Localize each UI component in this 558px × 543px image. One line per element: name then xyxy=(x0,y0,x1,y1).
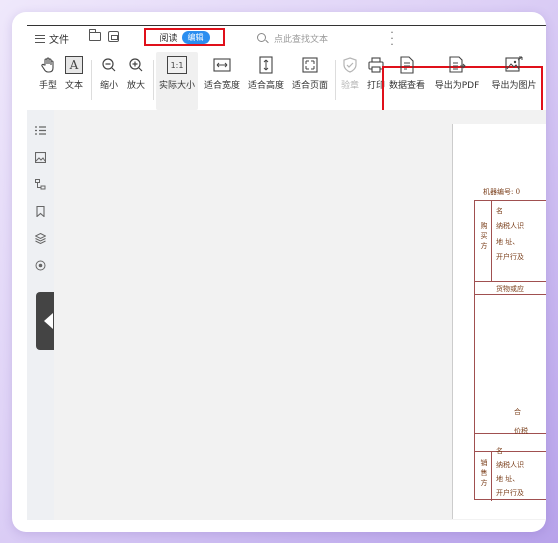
screenshot-card: 文件 阅读 编辑 点此查找文本 · · · 手型 A 文本 缩小 放大 1:1 … xyxy=(12,12,546,532)
actual-size-label: 实际大小 xyxy=(158,81,195,91)
text-tool-button[interactable]: A 文本 xyxy=(62,52,86,91)
table-divider xyxy=(475,433,546,434)
seller-bank-label: 开户行及 xyxy=(496,489,524,497)
hand-tool-button[interactable]: 手型 xyxy=(36,52,60,91)
fit-width-label: 适合宽度 xyxy=(203,81,240,91)
export-pdf-icon xyxy=(448,56,466,74)
mode-switch[interactable]: 阅读 编辑 xyxy=(144,28,225,46)
text-tool-label: 文本 xyxy=(64,81,83,91)
fit-page-icon xyxy=(301,56,319,74)
buyer-taxpayer-label: 纳税人识 xyxy=(496,222,524,230)
file-menu-label: 文件 xyxy=(49,35,69,46)
zoom-in-button[interactable]: 放大 xyxy=(124,52,148,91)
export-image-icon xyxy=(505,56,523,74)
zoom-in-label: 放大 xyxy=(126,81,145,91)
toolbar-divider xyxy=(91,60,92,100)
more-options-icon[interactable]: · · · xyxy=(389,27,395,50)
export-image-button[interactable]: 导出为图片 xyxy=(487,52,541,91)
shield-icon xyxy=(341,56,359,74)
menubar: 文件 阅读 编辑 点此查找文本 · · · xyxy=(27,26,546,52)
text-select-icon: A xyxy=(65,56,83,74)
fit-height-icon xyxy=(257,56,275,74)
export-image-label: 导出为图片 xyxy=(491,81,537,91)
fit-height-label: 适合高度 xyxy=(247,81,284,91)
outline-list-icon[interactable] xyxy=(35,125,46,136)
goods-column-label: 货物或应 xyxy=(496,285,524,293)
table-divider xyxy=(491,451,492,501)
tax-total-label: 价税 xyxy=(514,427,528,435)
verify-seal-label: 验章 xyxy=(340,81,359,91)
bookmark-icon[interactable] xyxy=(35,205,46,218)
actual-size-button[interactable]: 1:1 实际大小 xyxy=(156,52,198,110)
seal-target-icon[interactable] xyxy=(35,260,46,271)
fit-width-button[interactable]: 适合宽度 xyxy=(201,52,243,91)
mode-edit-badge[interactable]: 编辑 xyxy=(181,30,210,44)
table-divider xyxy=(491,201,492,281)
zoom-in-icon xyxy=(127,56,145,74)
toolbar: 手型 A 文本 缩小 放大 1:1 实际大小 适合宽度 适合高度 适合页面 验章… xyxy=(27,52,546,112)
actual-size-icon: 1:1 xyxy=(167,56,187,74)
fit-width-icon xyxy=(213,56,231,74)
table-divider xyxy=(475,451,546,452)
menu-icon xyxy=(35,34,45,43)
hand-icon xyxy=(39,56,57,74)
buyer-name-label: 名 xyxy=(496,207,503,215)
verify-seal-button[interactable]: 验章 xyxy=(338,52,362,91)
hand-tool-label: 手型 xyxy=(38,81,57,91)
zoom-out-button[interactable]: 缩小 xyxy=(97,52,121,91)
data-view-label: 数据查看 xyxy=(388,81,425,91)
seller-name-label: 名 xyxy=(496,447,503,455)
thumbnail-image-icon[interactable] xyxy=(34,151,47,164)
zoom-out-icon xyxy=(100,56,118,74)
table-divider xyxy=(475,294,546,295)
invoice-page: 机器编号: 0 购买方 名 纳税人识 地 址、 开户行及 货物或应 合 价税 销… xyxy=(452,124,546,519)
structure-tree-icon[interactable] xyxy=(35,179,46,190)
fit-page-label: 适合页面 xyxy=(291,81,328,91)
seller-section-label: 销售方 xyxy=(480,459,488,489)
layers-icon[interactable] xyxy=(34,232,47,245)
fit-page-button[interactable]: 适合页面 xyxy=(289,52,331,91)
seller-taxpayer-label: 纳税人识 xyxy=(496,461,524,469)
chevron-left-icon xyxy=(43,313,53,329)
file-menu-button[interactable]: 文件 xyxy=(35,31,69,46)
mode-read-label[interactable]: 阅读 xyxy=(159,31,177,44)
ofd-reader-window: 文件 阅读 编辑 点此查找文本 · · · 手型 A 文本 缩小 放大 1:1 … xyxy=(27,25,546,520)
machine-number: 机器编号: 0 xyxy=(483,188,521,196)
total-label: 合 xyxy=(514,408,521,416)
search-input[interactable]: 点此查找文本 xyxy=(274,32,328,45)
seller-address-label: 地 址、 xyxy=(496,475,520,483)
export-pdf-button[interactable]: 导出为PDF xyxy=(432,52,482,91)
data-view-button[interactable]: 数据查看 xyxy=(385,52,429,91)
open-folder-icon[interactable] xyxy=(89,29,101,41)
table-divider xyxy=(475,281,546,282)
buyer-address-label: 地 址、 xyxy=(496,238,520,246)
data-view-icon xyxy=(398,56,416,74)
left-sidebar xyxy=(27,110,60,520)
buyer-section-label: 购买方 xyxy=(480,222,488,252)
zoom-out-label: 缩小 xyxy=(99,81,118,91)
search-icon xyxy=(257,33,266,42)
toolbar-divider xyxy=(153,60,154,100)
buyer-bank-label: 开户行及 xyxy=(496,253,524,261)
toolbar-divider xyxy=(335,60,336,100)
document-viewport: 机器编号: 0 购买方 名 纳税人识 地 址、 开户行及 货物或应 合 价税 销… xyxy=(54,110,546,520)
print-preview-icon[interactable] xyxy=(108,31,119,42)
export-pdf-label: 导出为PDF xyxy=(434,81,480,91)
fit-height-button[interactable]: 适合高度 xyxy=(245,52,287,91)
